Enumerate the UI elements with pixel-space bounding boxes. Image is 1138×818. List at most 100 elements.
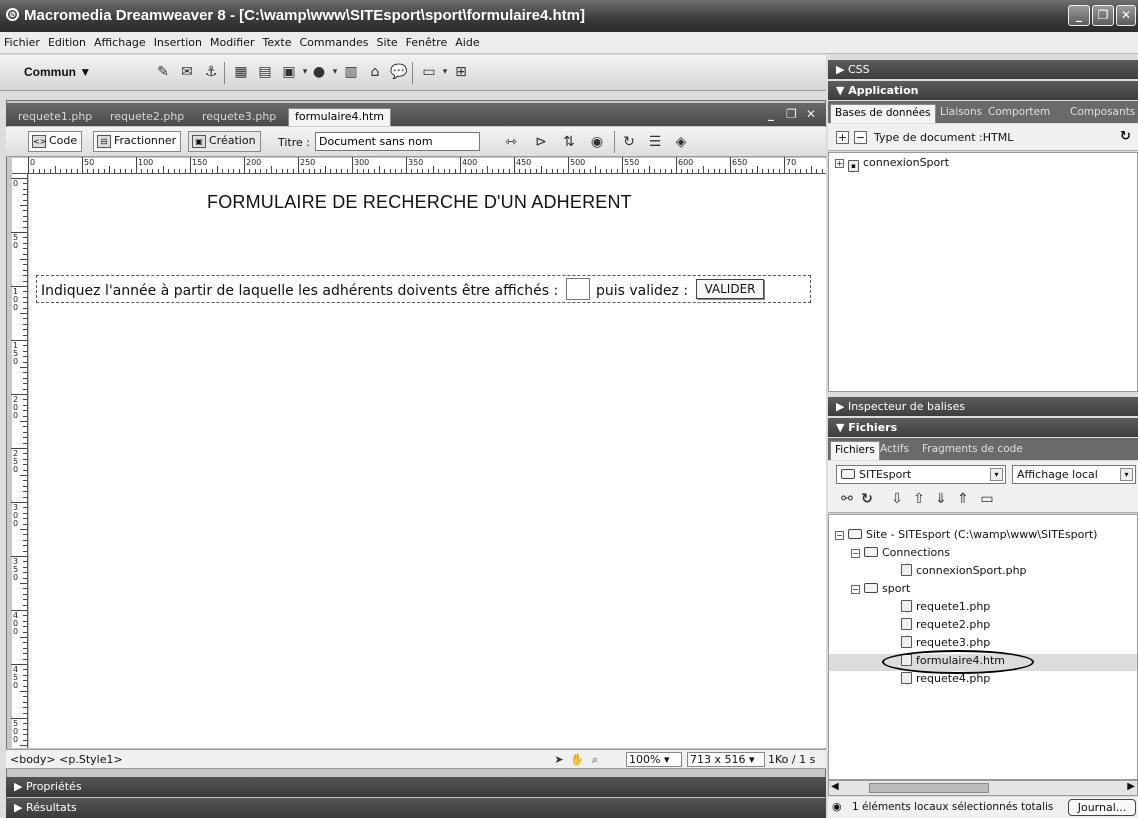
- tag-selector[interactable]: <body> <p.Style1>: [10, 753, 123, 766]
- div-tag-icon[interactable]: ▤: [256, 63, 274, 81]
- refresh-db-icon[interactable]: ↻: [1120, 129, 1131, 144]
- tree-folder-sport[interactable]: − sport: [851, 582, 910, 595]
- collapse-icon[interactable]: −: [851, 585, 860, 594]
- menu-affichage[interactable]: Affichage: [90, 32, 150, 49]
- validate-markup-icon[interactable]: ⇿: [502, 133, 520, 151]
- refresh-files-icon[interactable]: ↻: [858, 490, 876, 508]
- menu-fenetre[interactable]: Fenêtre: [402, 32, 452, 49]
- files-horizontal-scrollbar[interactable]: ◀ ▶: [828, 780, 1138, 796]
- page-title-input[interactable]: [315, 132, 480, 151]
- tab-bases-de-donnees[interactable]: Bases de données: [830, 104, 936, 123]
- add-icon[interactable]: +: [836, 131, 849, 144]
- tab-requete3[interactable]: requete3.php: [196, 109, 282, 126]
- hand-tool-icon[interactable]: ✋: [568, 751, 586, 769]
- tab-fichiers[interactable]: Fichiers: [830, 441, 880, 460]
- menu-fichier[interactable]: Fichier: [0, 32, 44, 49]
- ruler-tick: [55, 166, 56, 173]
- tab-actifs[interactable]: Actifs: [876, 441, 913, 460]
- menu-edition[interactable]: Edition: [44, 32, 90, 49]
- tree-file-requete1[interactable]: requete1.php: [901, 600, 990, 613]
- zoom-select[interactable]: 100% ▾: [626, 752, 682, 767]
- preview-browser-icon[interactable]: ◉: [588, 133, 606, 151]
- tab-composants[interactable]: Composants: [1066, 104, 1138, 123]
- ruler-tick: [287, 169, 289, 173]
- journal-button[interactable]: Journal...: [1068, 799, 1136, 816]
- db-connection-item[interactable]: + ▪ connexionSport: [835, 156, 949, 172]
- minimize-button[interactable]: _: [1068, 5, 1090, 26]
- doc-minimize-icon[interactable]: _: [768, 107, 774, 121]
- expand-panel-icon[interactable]: ▭: [978, 490, 996, 508]
- design-canvas[interactable]: FORMULAIRE DE RECHERCHE D'UN ADHERENT In…: [29, 174, 826, 748]
- application-panel-header[interactable]: ▼ Application: [828, 81, 1138, 100]
- view-options-icon[interactable]: ☰: [646, 133, 664, 151]
- design-view-button[interactable]: ▣ Création: [188, 131, 261, 152]
- tag-inspector-header[interactable]: ▶ Inspecteur de balises: [828, 397, 1138, 416]
- hyperlink-icon[interactable]: ✎: [154, 63, 172, 81]
- window-size-select[interactable]: 713 x 516 ▾: [687, 752, 765, 767]
- menu-site[interactable]: Site: [373, 32, 402, 49]
- tab-formulaire4[interactable]: formulaire4.htm: [288, 108, 392, 126]
- results-panel-header[interactable]: ▶ Résultats: [6, 798, 826, 818]
- refresh-icon[interactable]: ↻: [620, 133, 638, 151]
- tab-comportements[interactable]: Comportem: [984, 104, 1054, 123]
- scroll-right-icon[interactable]: ▶: [1127, 781, 1135, 792]
- get-files-icon[interactable]: ⇩: [888, 490, 906, 508]
- collapse-icon[interactable]: −: [851, 549, 860, 558]
- named-anchor-icon[interactable]: ⚓: [202, 63, 220, 81]
- tree-file-requete2[interactable]: requete2.php: [901, 618, 990, 631]
- view-select[interactable]: Affichage local ▾: [1012, 465, 1136, 484]
- email-link-icon[interactable]: ✉: [178, 63, 196, 81]
- vruler-tick: [23, 734, 27, 736]
- maximize-button[interactable]: ❐: [1092, 5, 1114, 26]
- site-select[interactable]: SITEsport ▾: [836, 465, 1006, 484]
- check-browser-icon[interactable]: ⊳: [532, 133, 550, 151]
- server-include-icon[interactable]: ⌂: [366, 63, 384, 81]
- valider-button[interactable]: VALIDER: [696, 279, 764, 299]
- ruler-label: 650: [732, 158, 748, 167]
- tag-chooser-icon[interactable]: ⊞: [452, 63, 470, 81]
- insert-category-select[interactable]: Commun ▼: [24, 65, 91, 79]
- select-tool-icon[interactable]: ➤: [550, 751, 568, 769]
- menu-commandes[interactable]: Commandes: [296, 32, 373, 49]
- vruler-tick: [23, 329, 27, 331]
- tree-file-requete3[interactable]: requete3.php: [901, 636, 990, 649]
- put-files-icon[interactable]: ⇧: [910, 490, 928, 508]
- scroll-left-icon[interactable]: ◀: [831, 781, 839, 792]
- doc-restore-icon[interactable]: ❐: [786, 107, 797, 121]
- css-panel-header[interactable]: ▶ CSS: [828, 60, 1138, 79]
- remove-icon[interactable]: −: [854, 131, 867, 144]
- comment-icon[interactable]: 💬: [390, 63, 408, 81]
- date-icon[interactable]: ▥: [342, 63, 360, 81]
- check-in-icon[interactable]: ⇑: [954, 490, 972, 508]
- menu-modifier[interactable]: Modifier: [206, 32, 258, 49]
- visual-aids-icon[interactable]: ◈: [672, 133, 690, 151]
- zoom-tool-icon[interactable]: ⌕: [586, 751, 604, 769]
- doc-close-icon[interactable]: ✕: [806, 107, 816, 121]
- vruler-tick: [23, 383, 27, 385]
- tree-folder-connections[interactable]: − Connections: [851, 546, 950, 559]
- tree-file-requete4[interactable]: requete4.php: [901, 672, 990, 685]
- table-icon[interactable]: ▦: [232, 63, 250, 81]
- expand-icon[interactable]: +: [835, 159, 844, 168]
- connect-icon[interactable]: ⚯: [838, 490, 856, 508]
- close-button[interactable]: ✕: [1116, 5, 1136, 26]
- year-input[interactable]: [566, 278, 590, 300]
- tab-fragments[interactable]: Fragments de code: [918, 441, 1027, 460]
- tab-requete2[interactable]: requete2.php: [104, 109, 190, 126]
- split-view-button[interactable]: ⊟ Fractionner: [93, 131, 182, 152]
- properties-panel-header[interactable]: ▶ Propriétés: [6, 777, 826, 797]
- tree-site-root[interactable]: − Site - SITEsport (C:\wamp\www\SITEsport…: [835, 528, 1097, 541]
- menu-aide[interactable]: Aide: [451, 32, 483, 49]
- tree-file-connexion[interactable]: connexionSport.php: [901, 564, 1027, 577]
- check-out-icon[interactable]: ⇓: [932, 490, 950, 508]
- menu-texte[interactable]: Texte: [258, 32, 295, 49]
- scroll-thumb[interactable]: [869, 783, 989, 793]
- tab-liaisons[interactable]: Liaisons: [936, 104, 986, 123]
- menu-insertion[interactable]: Insertion: [150, 32, 206, 49]
- collapse-icon[interactable]: −: [835, 531, 844, 540]
- file-management-icon[interactable]: ⇅: [560, 133, 578, 151]
- code-view-button[interactable]: <> Code: [28, 131, 83, 152]
- ruler-tick: [109, 166, 110, 173]
- files-panel-header[interactable]: ▼ Fichiers: [828, 418, 1138, 437]
- tab-requete1[interactable]: requete1.php: [12, 109, 98, 126]
